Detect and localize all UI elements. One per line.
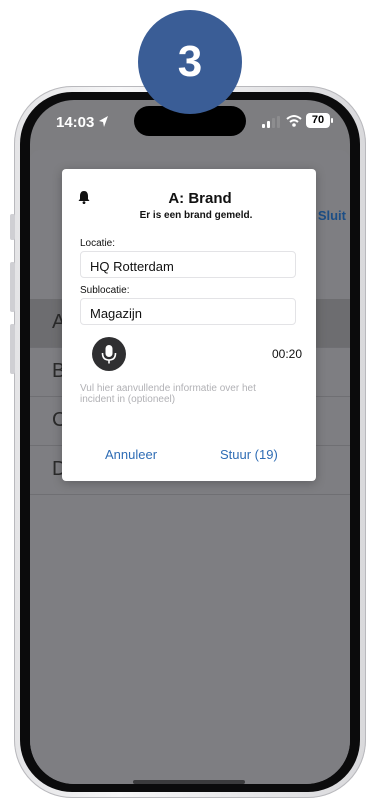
volume-down-button: [10, 324, 15, 374]
alert-dialog: A: Brand Er is een brand gemeld. Locatie…: [62, 169, 316, 481]
dialog-subtitle: Er is een brand gemeld.: [139, 210, 253, 221]
additional-info-input[interactable]: Vul hier aanvullende informatie over het…: [80, 383, 280, 405]
step-badge: 3: [138, 10, 242, 114]
send-button[interactable]: Stuur (19): [220, 447, 278, 462]
mute-switch: [10, 214, 15, 240]
status-time: 14:03: [56, 114, 95, 131]
location-field[interactable]: HQ Rotterdam: [80, 251, 296, 278]
recording-timer: 00:20: [271, 347, 302, 361]
signal-icon: [262, 116, 280, 128]
wifi-icon: [286, 115, 302, 127]
home-indicator[interactable]: [133, 780, 245, 784]
sublocation-field[interactable]: Magazijn: [80, 298, 296, 325]
location-label: Locatie:: [80, 238, 116, 249]
microphone-icon: [101, 345, 117, 364]
volume-up-button: [10, 262, 15, 312]
cancel-button[interactable]: Annuleer: [105, 447, 157, 462]
location-arrow-icon: [99, 116, 108, 127]
record-button[interactable]: [92, 337, 126, 371]
close-button[interactable]: Sluit: [318, 208, 346, 223]
battery-indicator: 70: [306, 113, 333, 128]
sublocation-label: Sublocatie:: [80, 285, 130, 296]
dialog-title: A: Brand: [168, 190, 232, 207]
